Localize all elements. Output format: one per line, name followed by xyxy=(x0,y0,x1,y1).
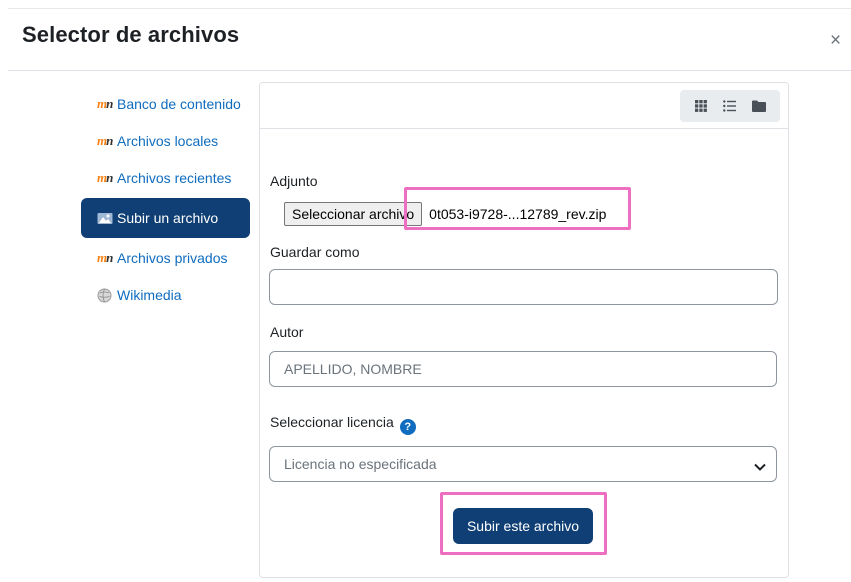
selected-file-name: 0t053-i9728-...12789_rev.zip xyxy=(429,206,607,222)
moodle-icon: mn xyxy=(97,96,113,111)
tree-view-icon[interactable] xyxy=(749,96,769,116)
attachment-label: Adjunto xyxy=(270,173,318,189)
choose-file-button[interactable]: Seleccionar archivo xyxy=(284,202,423,226)
sidebar-item-recent-files[interactable]: mn Archivos recientes xyxy=(81,161,250,195)
wikimedia-icon xyxy=(97,287,117,303)
sidebar-item-label: Archivos privados xyxy=(117,250,228,266)
header-divider xyxy=(8,70,851,71)
sidebar-item-upload-file[interactable]: Subir un archivo xyxy=(81,198,250,238)
sidebar-item-label: Archivos locales xyxy=(117,133,219,149)
chevron-down-icon xyxy=(754,459,766,475)
sidebar-item-wikimedia[interactable]: Wikimedia xyxy=(81,278,250,312)
icons-view-icon[interactable] xyxy=(691,96,711,116)
sidebar-item-label: Banco de contenido xyxy=(117,96,241,112)
moodle-icon: mn xyxy=(97,133,113,148)
panel-toolbar xyxy=(260,83,788,129)
upload-submit-button[interactable]: Subir este archivo xyxy=(453,508,593,544)
file-picker: Seleccionar archivo 0t053-i9728-...12789… xyxy=(284,202,606,226)
moodle-icon: mn xyxy=(97,250,113,265)
help-icon[interactable]: ? xyxy=(399,419,416,435)
sidebar-item-label: Wikimedia xyxy=(117,287,182,303)
license-label: Seleccionar licencia xyxy=(270,414,394,430)
sidebar-item-local-files[interactable]: mn Archivos locales xyxy=(81,124,250,158)
license-select[interactable]: Licencia no especificada xyxy=(269,446,777,482)
dialog-top-border xyxy=(8,8,851,9)
close-icon[interactable]: × xyxy=(830,31,841,50)
author-label: Autor xyxy=(270,324,304,340)
sidebar-item-private-files[interactable]: mn Archivos privados xyxy=(81,241,250,275)
save-as-label: Guardar como xyxy=(270,244,360,260)
sidebar-item-label: Archivos recientes xyxy=(117,170,232,186)
upload-panel xyxy=(259,82,789,578)
list-view-icon[interactable] xyxy=(720,96,740,116)
repository-sidebar: mn Banco de contenido mn Archivos locale… xyxy=(81,91,250,315)
author-value: APELLIDO, NOMBRE xyxy=(284,361,422,377)
moodle-icon: mn xyxy=(97,170,113,185)
license-selected-value: Licencia no especificada xyxy=(284,456,437,472)
upload-icon xyxy=(97,210,117,226)
dialog-title: Selector de archivos xyxy=(22,22,240,47)
sidebar-item-content-bank[interactable]: mn Banco de contenido xyxy=(81,91,250,121)
license-label-wrap: Seleccionar licencia? xyxy=(270,414,416,435)
sidebar-item-label: Subir un archivo xyxy=(117,210,219,226)
save-as-input[interactable] xyxy=(269,269,778,305)
author-input[interactable]: APELLIDO, NOMBRE xyxy=(269,351,777,387)
view-switcher xyxy=(680,90,780,122)
